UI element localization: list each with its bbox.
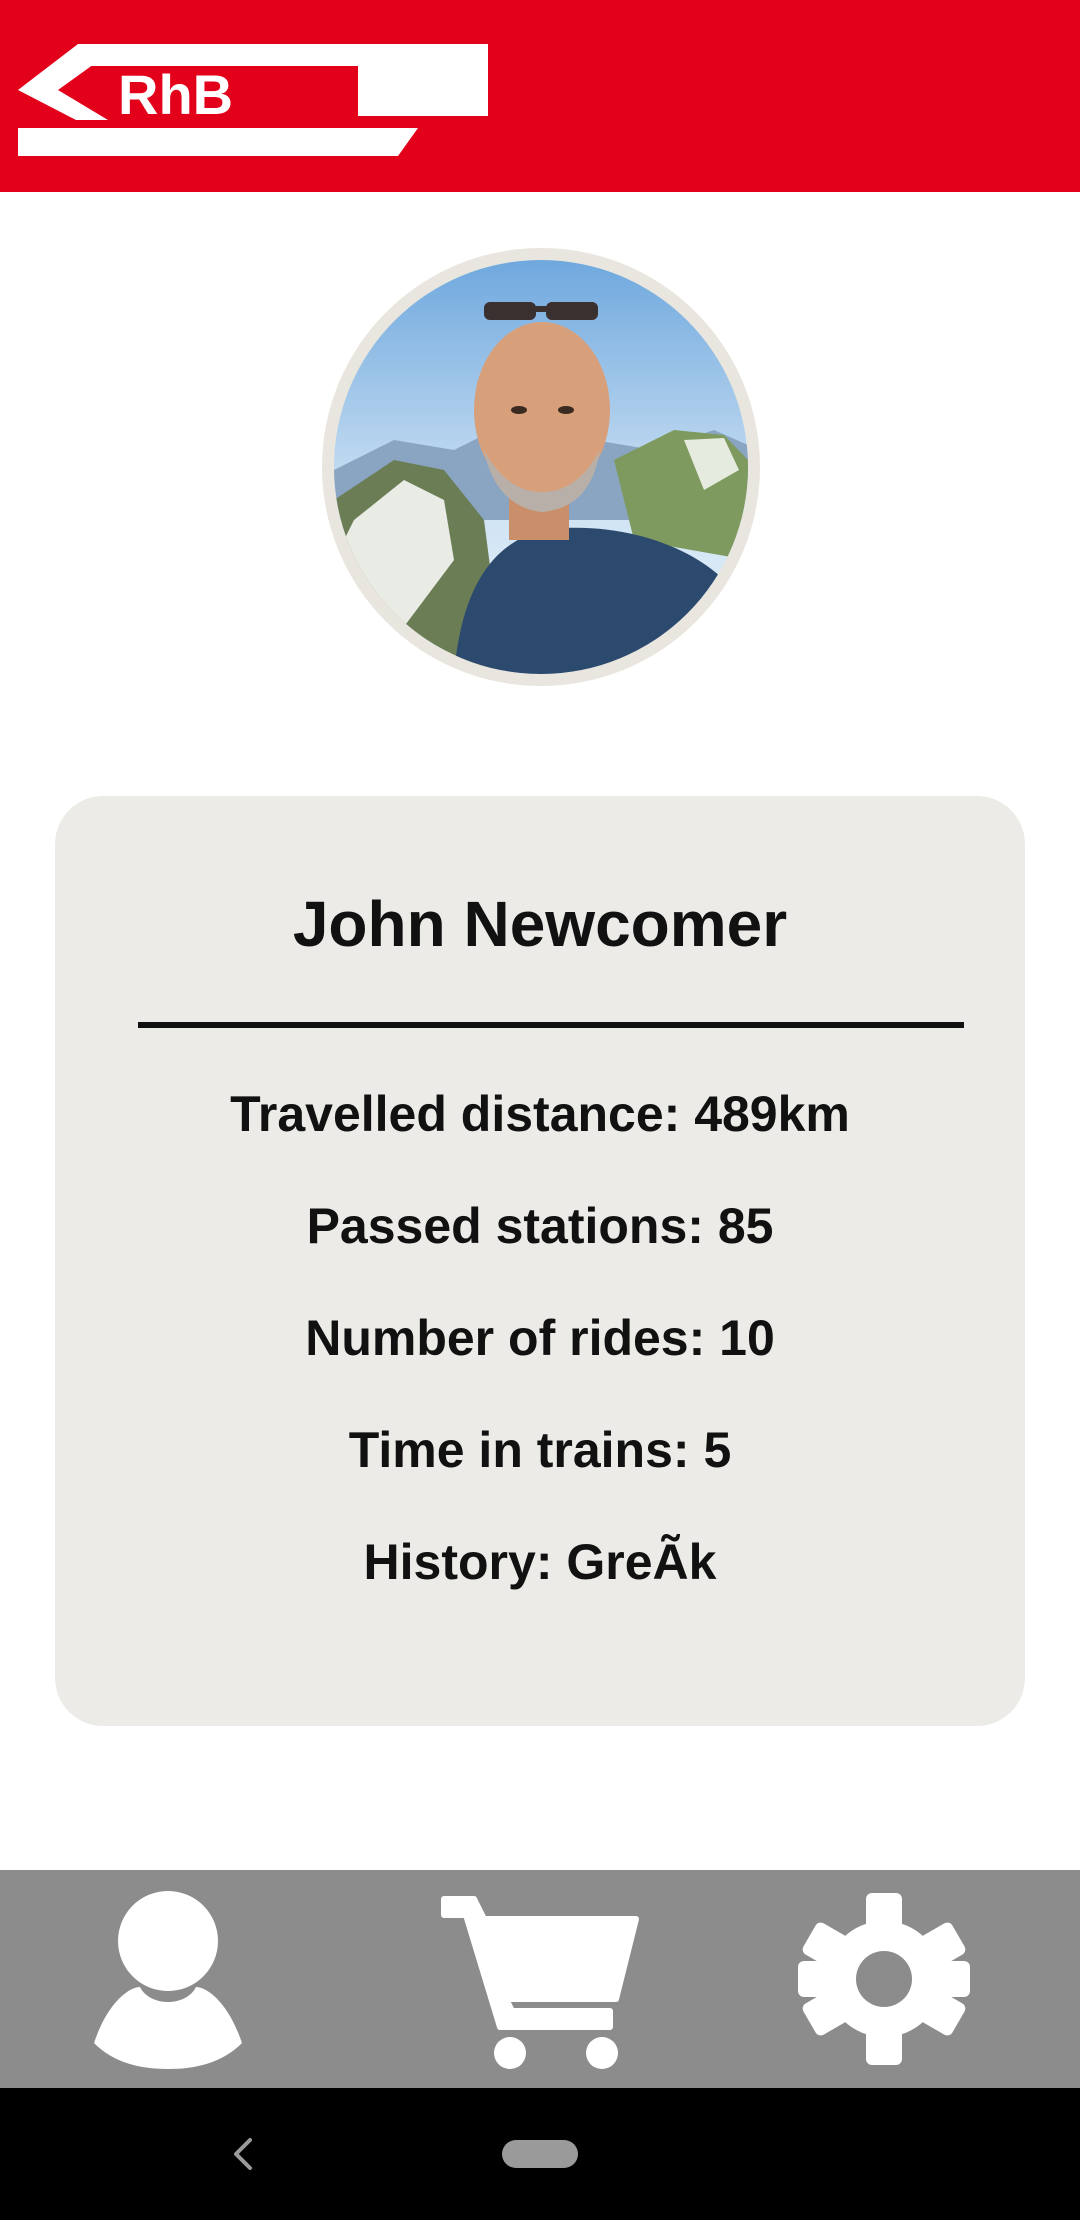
person-icon	[94, 1891, 242, 2069]
app-header: RhB	[0, 0, 1080, 192]
chevron-left-icon[interactable]	[222, 2132, 262, 2176]
system-nav-bar	[0, 2088, 1080, 2220]
nav-cart-button[interactable]	[420, 1870, 660, 2088]
stat-number-of-rides: Number of rides: 10	[305, 1310, 775, 1366]
user-photo-icon	[334, 260, 748, 674]
avatar[interactable]	[334, 260, 748, 674]
stat-travelled-distance: Travelled distance: 489km	[230, 1086, 850, 1142]
stats-card: John Newcomer Travelled distance: 489km …	[55, 796, 1025, 1726]
home-pill-icon[interactable]	[502, 2140, 578, 2168]
user-name: John Newcomer	[292, 888, 788, 960]
nav-profile-button[interactable]	[48, 1870, 288, 2088]
divider	[138, 1022, 964, 1028]
avatar-frame[interactable]	[322, 248, 760, 686]
rhb-logo[interactable]: RhB	[18, 44, 488, 156]
bottom-nav	[0, 1870, 1080, 2088]
nav-settings-button[interactable]	[764, 1870, 1004, 2088]
stat-passed-stations: Passed stations: 85	[306, 1198, 774, 1254]
cart-icon	[441, 1896, 639, 2069]
logo-text: RhB	[118, 63, 233, 126]
stat-history: History: GreÃk	[363, 1534, 717, 1590]
stat-time-in-trains: Time in trains: 5	[348, 1422, 732, 1478]
gear-icon	[798, 1893, 970, 2065]
